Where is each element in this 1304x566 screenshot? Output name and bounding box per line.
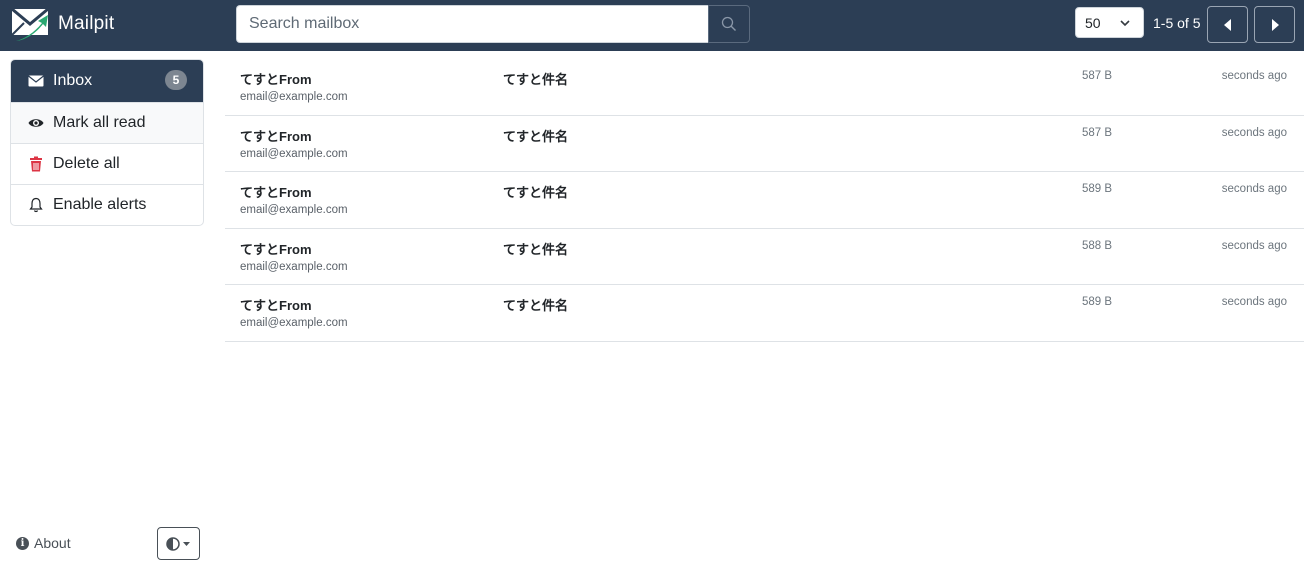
message-from: てすとFrom [240,128,312,144]
message-size: 587 B [1082,70,1113,82]
message-size: 589 B [1082,183,1113,195]
sidebar-item-mark-all-read[interactable]: Mark all read [11,102,203,143]
message-size: 589 B [1082,296,1113,308]
app-title: Mailpit [58,13,115,34]
message-from: てすとFrom [240,72,312,87]
search-form [236,5,750,43]
trash-icon [27,156,45,172]
message-from-email: email@example.com [240,147,348,160]
search-input[interactable] [236,5,708,43]
envelope-icon [27,73,45,89]
sidebar-item-label: Inbox [53,72,93,89]
message-subject: てすと件名 [503,298,569,313]
about-label: About [34,535,71,551]
message-subject: てすと件名 [503,241,569,257]
caret-left-icon [1223,18,1231,31]
message-size: 587 B [1082,126,1113,139]
message-from-email: email@example.com [240,204,348,216]
per-page-value: 50 [1085,14,1101,31]
previous-page-button[interactable] [1207,6,1248,43]
message-time: seconds ago [1221,296,1287,308]
message-time: seconds ago [1221,70,1287,82]
sidebar-item-label: Mark all read [53,114,146,131]
unread-count-badge: 5 [165,70,187,90]
message-from: てすとFrom [240,298,312,313]
about-link[interactable]: i About [16,535,71,551]
bell-icon [27,197,45,213]
info-icon: i [16,536,29,550]
sidebar-item-enable-alerts[interactable]: Enable alerts [11,184,203,225]
sidebar-item-label: Delete all [53,155,120,172]
message-from: てすとFrom [240,241,312,257]
eye-icon [27,115,45,131]
message-from-email: email@example.com [240,317,348,329]
message-time: seconds ago [1221,239,1287,252]
search-icon [721,16,736,31]
message-time: seconds ago [1221,183,1287,195]
pagination-info: 1-5 of 5 [1153,15,1201,31]
message-from-email: email@example.com [240,260,348,273]
chevron-down-icon [1120,20,1130,27]
message-subject: てすと件名 [503,185,569,200]
message-row[interactable]: てすとFrom email@example.com てすと件名 587 B se… [225,59,1304,116]
theme-toggle-button[interactable] [157,527,200,560]
message-from-email: email@example.com [240,91,348,103]
mailpit-logo-icon [11,7,49,41]
contrast-icon [166,536,180,551]
sidebar-item-inbox[interactable]: Inbox 5 [11,60,203,102]
message-subject: てすと件名 [503,72,569,87]
per-page-select[interactable]: 50 [1075,7,1144,38]
sidebar-item-label: Enable alerts [53,196,147,213]
message-subject: てすと件名 [503,128,569,144]
caret-down-icon [183,541,190,546]
message-row[interactable]: てすとFrom email@example.com てすと件名 589 B se… [225,285,1304,342]
sidebar-item-delete-all[interactable]: Delete all [11,143,203,184]
message-from: てすとFrom [240,185,312,200]
message-time: seconds ago [1221,126,1287,139]
message-list: てすとFrom email@example.com てすと件名 587 B se… [225,59,1304,342]
message-size: 588 B [1082,239,1113,252]
search-button[interactable] [708,5,750,43]
message-row[interactable]: てすとFrom email@example.com てすと件名 589 B se… [225,172,1304,229]
message-row[interactable]: てすとFrom email@example.com てすと件名 587 B se… [225,116,1304,172]
message-row[interactable]: てすとFrom email@example.com てすと件名 588 B se… [225,229,1304,285]
caret-right-icon [1271,18,1279,31]
next-page-button[interactable] [1254,6,1295,43]
top-navbar: Mailpit 50 1-5 of 5 [0,0,1304,51]
brand-link[interactable]: Mailpit [10,5,114,43]
sidebar-menu: Inbox 5 Mark all read Delete all Enable … [10,59,204,226]
